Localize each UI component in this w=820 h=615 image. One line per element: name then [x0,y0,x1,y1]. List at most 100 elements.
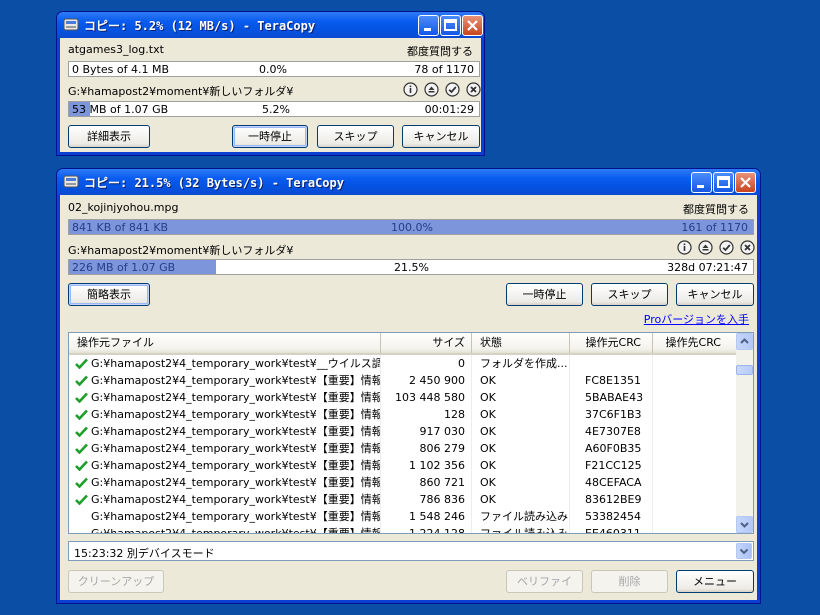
overwrite-mode-link[interactable]: 都度質問する [407,43,473,59]
cell-source-crc: A60F0B35 [570,440,653,457]
skip-button[interactable]: スキップ [591,283,668,306]
close-circle-icon[interactable] [466,82,481,97]
overwrite-mode-link[interactable]: 都度質問する [683,201,749,217]
details-button[interactable]: 詳細表示 [68,125,150,148]
total-progress-percent: 21.5% [394,261,429,274]
maximize-button[interactable] [713,172,734,193]
teracopy-app-icon [63,175,79,188]
cell-dest-crc [653,457,737,474]
source-file-text: G:¥hamapost2¥4_temporary_work¥test¥【重要】情… [91,391,381,404]
table-row[interactable]: G:¥hamapost2¥4_temporary_work¥test¥__ウイル… [69,355,737,372]
table-row[interactable]: G:¥hamapost2¥4_temporary_work¥test¥【重要】情… [69,406,737,423]
column-status[interactable]: 状態 [472,333,570,353]
cell-source-file: G:¥hamapost2¥4_temporary_work¥test¥【重要】情… [69,457,381,474]
cell-source-file: G:¥hamapost2¥4_temporary_work¥test¥【重要】情… [69,406,381,423]
cell-source-file: G:¥hamapost2¥4_temporary_work¥test¥【重要】情… [69,508,381,525]
title-bar[interactable]: コピー: 21.5% (32 Bytes/s) - TeraCopy [57,169,760,195]
maximize-icon [717,176,730,188]
file-progress-bar: 0 Bytes of 4.1 MB 0.0% 78 of 1170 [68,61,480,77]
cell-source-file: G:¥hamapost2¥4_temporary_work¥test¥【重要】情… [69,440,381,457]
file-progress-percent: 0.0% [259,63,287,76]
cell-source-crc: 53382454 [570,508,653,525]
cell-status: OK [472,474,570,491]
file-list[interactable]: 操作元ファイル サイズ 状態 操作元CRC 操作先CRC G:¥hamapost… [68,332,754,534]
table-row[interactable]: G:¥hamapost2¥4_temporary_work¥test¥【重要】情… [69,440,737,457]
cell-size: 103 448 580 [381,389,472,406]
scroll-down-button[interactable] [736,516,753,533]
cancel-button[interactable]: キャンセル [402,125,480,148]
cell-dest-crc [653,440,737,457]
cell-status: フォルダを作成... [472,355,570,372]
check-icon[interactable] [445,82,460,97]
column-source-crc[interactable]: 操作元CRC [570,333,653,353]
get-pro-link[interactable]: Proバージョンを入手 [644,311,749,327]
close-button[interactable] [462,15,483,36]
info-icon[interactable] [403,82,418,97]
table-row[interactable]: G:¥hamapost2¥4_temporary_work¥test¥【重要】情… [69,508,737,525]
cell-status: ファイル読み込み [472,508,570,525]
table-row[interactable]: G:¥hamapost2¥4_temporary_work¥test¥【重要】情… [69,389,737,406]
cell-status: ファイル読み込み [472,525,570,533]
eject-icon[interactable] [698,240,713,255]
cell-status: OK [472,423,570,440]
minimize-icon [424,28,431,31]
file-list-header: 操作元ファイル サイズ 状態 操作元CRC 操作先CRC [69,333,737,355]
table-row[interactable]: G:¥hamapost2¥4_temporary_work¥test¥【重要】情… [69,525,737,533]
total-progress-bar: 226 MB of 1.07 GB 21.5% 328d 07:21:47 [68,259,754,275]
cell-size: 1 548 246 [381,508,472,525]
total-progress-size: 53 MB of 1.07 GB [72,103,168,116]
skip-button[interactable]: スキップ [317,125,394,148]
cell-dest-crc [653,474,737,491]
column-size[interactable]: サイズ [381,333,472,353]
cell-source-crc [570,355,653,372]
destination-path: G:¥hamapost2¥moment¥新しいフォルダ¥ [68,85,294,98]
cell-source-crc: 48CEFACA [570,474,653,491]
table-row[interactable]: G:¥hamapost2¥4_temporary_work¥test¥【重要】情… [69,372,737,389]
check-icon[interactable] [719,240,734,255]
maximize-button[interactable] [440,15,461,36]
minimize-button[interactable] [418,15,439,36]
menu-button[interactable]: メニュー [676,570,754,593]
simple-view-button[interactable]: 簡略表示 [68,283,150,306]
table-row[interactable]: G:¥hamapost2¥4_temporary_work¥test¥【重要】情… [69,474,737,491]
pause-button[interactable]: 一時停止 [506,283,583,306]
verify-button[interactable]: ベリファイ [506,570,583,593]
window-title: コピー: 21.5% (32 Bytes/s) - TeraCopy [84,176,344,190]
cell-dest-crc [653,525,737,533]
minimize-button[interactable] [691,172,712,193]
cell-source-crc: FC8E1351 [570,372,653,389]
check-icon [75,426,88,437]
cell-size: 806 279 [381,440,472,457]
file-list-scrollbar[interactable] [736,333,753,533]
cleanup-button[interactable]: クリーンアップ [68,570,164,593]
pause-button[interactable]: 一時停止 [232,125,308,148]
cell-status: OK [472,457,570,474]
check-icon [75,460,88,471]
info-icon[interactable] [677,240,692,255]
check-icon [75,477,88,488]
table-row[interactable]: G:¥hamapost2¥4_temporary_work¥test¥【重要】情… [69,457,737,474]
column-dest-crc[interactable]: 操作先CRC [653,333,737,353]
log-combo-dropdown-button[interactable] [736,543,752,559]
scroll-up-button[interactable] [736,333,753,350]
file-progress-size: 0 Bytes of 4.1 MB [72,63,169,76]
delete-button[interactable]: 削除 [591,570,668,593]
title-bar[interactable]: コピー: 5.2% (12 MB/s) - TeraCopy [57,12,484,38]
close-button[interactable] [735,172,756,193]
table-row[interactable]: G:¥hamapost2¥4_temporary_work¥test¥【重要】情… [69,491,737,508]
scroll-thumb[interactable] [736,365,753,375]
column-source-file[interactable]: 操作元ファイル [69,333,381,353]
cell-size: 2 450 900 [381,372,472,389]
cell-size: 128 [381,406,472,423]
check-icon [75,358,88,369]
table-row[interactable]: G:¥hamapost2¥4_temporary_work¥test¥【重要】情… [69,423,737,440]
cell-source-crc: 4E7307E8 [570,423,653,440]
teracopy-app-icon [63,18,79,31]
log-combo[interactable]: 15:23:32 別デバイスモード [68,541,754,561]
cell-source-file: G:¥hamapost2¥4_temporary_work¥test¥【重要】情… [69,525,381,533]
close-circle-icon[interactable] [740,240,755,255]
source-file-text: G:¥hamapost2¥4_temporary_work¥test¥【重要】情… [91,425,381,438]
eject-icon[interactable] [424,82,439,97]
log-combo-value: 15:23:32 別デバイスモード [74,547,215,560]
cancel-button[interactable]: キャンセル [676,283,754,306]
